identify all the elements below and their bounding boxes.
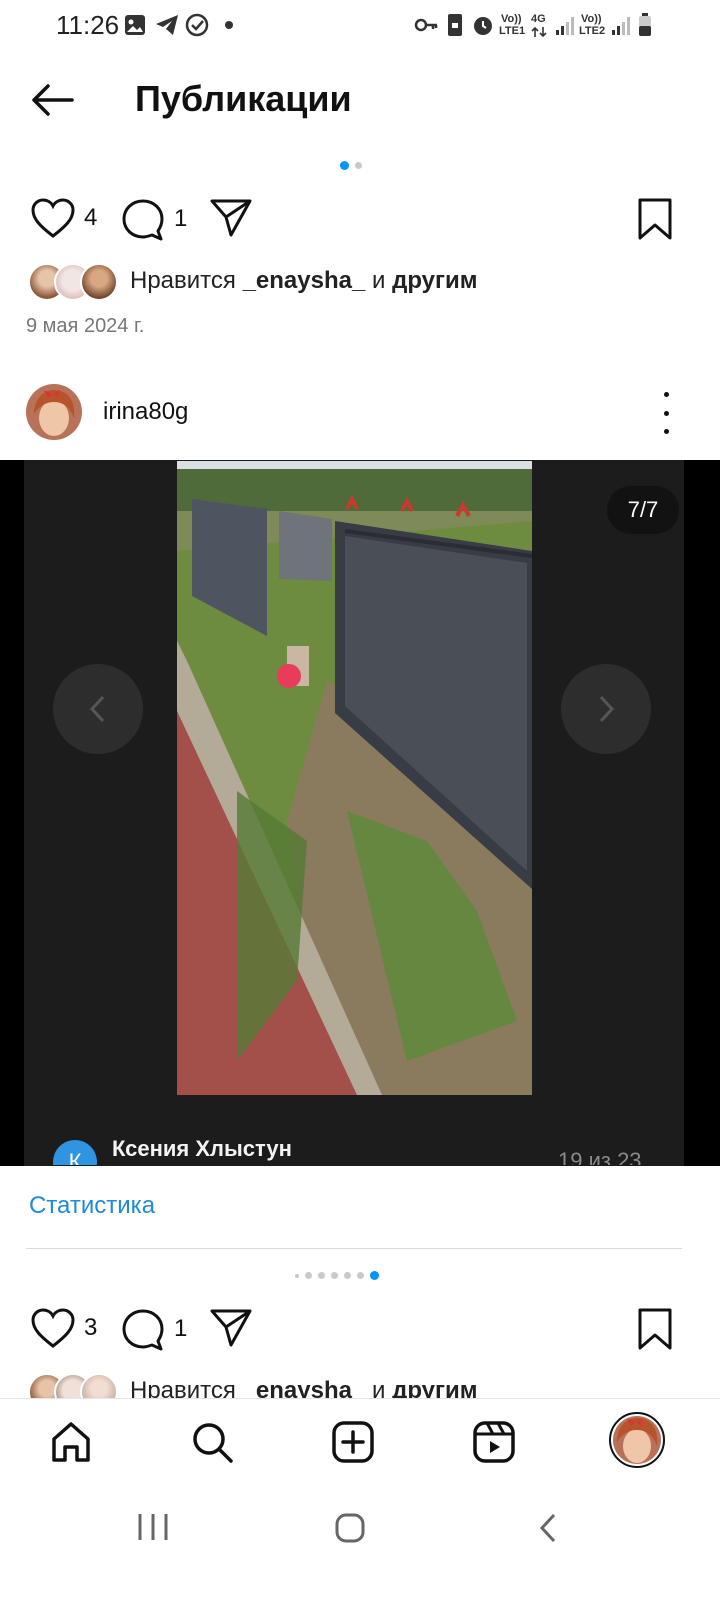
previous-slide-button[interactable] (53, 664, 143, 754)
page-title: Публикации (135, 78, 352, 119)
more-icon (663, 429, 669, 434)
net2-top: Vo)) (581, 13, 602, 25)
carousel-dots (340, 161, 362, 170)
status-bar: 11:26 Vo)) LTE1 4G Vo)) LTE2 (0, 0, 720, 52)
nav-create[interactable] (328, 1417, 378, 1467)
more-options-button[interactable] (655, 392, 677, 434)
share-button[interactable] (209, 1307, 253, 1349)
profile-avatar (609, 1412, 665, 1468)
nav-search[interactable] (187, 1417, 237, 1467)
gallery-icon (125, 15, 145, 35)
more-icon (663, 410, 669, 416)
carousel-dots (295, 1271, 379, 1280)
reels-icon (473, 1421, 515, 1463)
dot-icon (225, 21, 233, 29)
system-navigation-bar (0, 1488, 720, 1600)
battery-icon (639, 13, 651, 36)
nav-home[interactable] (46, 1417, 96, 1467)
embedded-author-name: Ксения Хлыстун (112, 1136, 292, 1161)
memorial-photo-image (177, 461, 532, 1095)
carousel-dot-active (340, 161, 349, 170)
net-4g: 4G (531, 13, 546, 25)
home-system-icon (335, 1513, 365, 1543)
recent-apps-icon (138, 1514, 168, 1540)
divider (26, 1248, 682, 1249)
nav-profile[interactable] (608, 1411, 666, 1469)
chevron-left-icon (89, 695, 105, 723)
alarm-icon (474, 17, 492, 35)
heart-icon (31, 198, 75, 238)
next-slide-button[interactable] (561, 664, 651, 754)
user-avatar-image (26, 384, 82, 440)
liked-by-prefix: Нравится (130, 267, 243, 294)
comment-icon (122, 199, 164, 241)
status-time: 11:26 (56, 10, 120, 40)
bookmark-button[interactable] (636, 197, 674, 241)
like-count: 3 (84, 1314, 98, 1341)
media-bottom-edge (0, 1166, 720, 1190)
carousel-dot (357, 1272, 364, 1279)
net2-bottom: LTE2 (579, 25, 606, 37)
share-icon (210, 199, 252, 237)
carousel-dot (305, 1272, 312, 1279)
check-circle-icon (185, 13, 209, 37)
comment-count: 1 (174, 1315, 188, 1342)
bottom-navigation (0, 1398, 720, 1489)
back-system-button[interactable] (536, 1512, 560, 1544)
comment-button[interactable]: 1 (120, 197, 187, 241)
bookmark-icon (638, 198, 672, 240)
create-icon (332, 1421, 374, 1463)
embedded-counter: 19 из 23 (558, 1148, 642, 1165)
liked-by-user[interactable]: _enaysha_ (243, 267, 366, 294)
avatar[interactable] (26, 384, 82, 440)
carousel-dot (295, 1273, 299, 1278)
key-icon (414, 18, 438, 32)
liked-by-avatars[interactable] (28, 263, 118, 301)
like-button[interactable]: 4 (30, 197, 97, 239)
carousel-dot (331, 1272, 338, 1279)
home-system-button[interactable] (334, 1512, 366, 1544)
share-icon (210, 1309, 252, 1347)
signal-icon (556, 17, 574, 35)
slide-counter: 7/7 (607, 486, 679, 534)
heart-icon (31, 1308, 75, 1348)
nav-reels[interactable] (469, 1417, 519, 1467)
statistics-link[interactable]: Статистика (29, 1192, 155, 1220)
avatar (80, 263, 118, 301)
home-icon (52, 1422, 90, 1462)
liked-by-join: и (365, 267, 393, 294)
more-icon (663, 392, 669, 397)
carousel-dot (355, 162, 362, 169)
bookmark-icon (638, 1308, 672, 1350)
post-date: 9 мая 2024 г. (26, 315, 145, 337)
liked-by-text[interactable]: Нравится _enaysha_ и другим (130, 267, 478, 295)
search-icon (193, 1423, 233, 1463)
post-username[interactable]: irina80g (103, 398, 188, 426)
net1-bottom: LTE1 (499, 25, 526, 37)
comment-icon (122, 1309, 164, 1351)
back-button[interactable] (26, 78, 80, 122)
phone-lock-icon (448, 14, 462, 36)
share-button[interactable] (209, 197, 253, 239)
net1-top: Vo)) (501, 13, 522, 25)
chevron-right-icon (599, 695, 615, 723)
memorial-photo (177, 461, 532, 1095)
data-arrows-icon (531, 26, 547, 38)
comment-button[interactable]: 1 (120, 1307, 187, 1351)
carousel-dot (318, 1272, 325, 1279)
like-count: 4 (84, 204, 98, 231)
carousel-dot (344, 1272, 351, 1279)
like-button[interactable]: 3 (30, 1307, 97, 1349)
liked-by-others[interactable]: другим (392, 267, 477, 294)
bookmark-button[interactable] (636, 1307, 674, 1351)
carousel-dot-active (370, 1271, 379, 1280)
signal2-icon (612, 17, 630, 35)
back-system-icon (539, 1513, 556, 1543)
recent-apps-button[interactable] (136, 1512, 170, 1542)
telegram-icon (156, 15, 178, 35)
comment-count: 1 (174, 205, 188, 232)
back-arrow-icon (32, 84, 74, 116)
